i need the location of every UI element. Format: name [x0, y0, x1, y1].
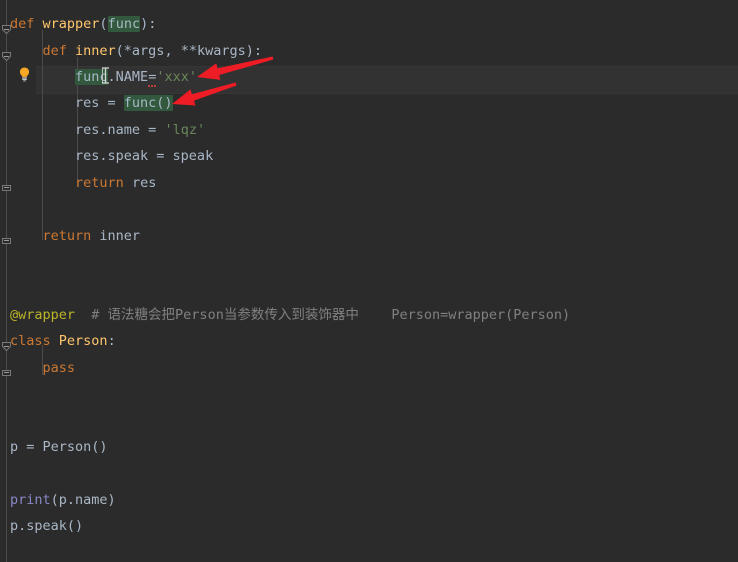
code-line[interactable]: print(p.name): [10, 492, 116, 508]
code-token: @wrapper: [10, 307, 76, 323]
code-token: 'xxx': [156, 69, 197, 85]
code-token: pass: [42, 360, 76, 376]
code-line[interactable]: @wrapper # 语法糖会把Person当参数传入到装饰器中 Person=…: [10, 307, 570, 323]
code-token: :: [107, 333, 116, 349]
code-token: print: [10, 492, 51, 508]
code-token: p.speak(): [10, 518, 84, 534]
code-line[interactable]: pass: [10, 360, 76, 376]
code-token: inner: [99, 228, 141, 244]
code-token: ):: [140, 16, 157, 32]
code-token: class: [10, 333, 59, 349]
code-line[interactable]: return inner: [10, 228, 141, 244]
highlighted-identifier: func: [107, 16, 141, 32]
code-token: Person: [58, 333, 108, 349]
code-line[interactable]: res.speak = speak: [10, 148, 213, 164]
code-token: inner: [75, 43, 116, 59]
code-token: wrapper: [42, 16, 100, 32]
code-token: (*args, **kwargs):: [115, 43, 262, 59]
code-token: def: [10, 16, 43, 32]
text-ibeam-cursor: [101, 67, 110, 84]
code-token: def: [42, 43, 76, 59]
code-line[interactable]: class Person:: [10, 333, 116, 349]
code-editor[interactable]: def wrapper(func): def inner(*args, **kw…: [0, 0, 738, 562]
code-token: res.speak = speak: [10, 148, 214, 164]
code-token: res: [131, 175, 157, 191]
code-line[interactable]: p = Person(): [10, 439, 108, 455]
code-token: (p.name): [50, 492, 116, 508]
code-token: return: [75, 175, 132, 191]
code-content[interactable]: def wrapper(func): def inner(*args, **kw…: [0, 0, 738, 562]
code-line[interactable]: p.speak(): [10, 518, 83, 534]
code-token: .NAME: [107, 69, 149, 85]
code-line[interactable]: res = func(): [10, 95, 173, 111]
code-token: res =: [10, 95, 124, 111]
code-token: return: [42, 228, 100, 244]
code-line[interactable]: return res: [10, 175, 156, 191]
code-token: 'lqz': [164, 122, 206, 138]
code-token: # 语法糖会把Person当参数传入到装饰器中 Person=wrapper(P…: [91, 307, 571, 323]
code-line[interactable]: def inner(*args, **kwargs):: [10, 43, 262, 59]
code-line[interactable]: res.name = 'lqz': [10, 122, 205, 138]
highlighted-identifier: func(): [123, 95, 173, 111]
code-token: (: [99, 16, 108, 32]
code-token: p = Person(): [10, 439, 108, 455]
code-line[interactable]: def wrapper(func):: [10, 16, 156, 32]
code-token: res.name =: [10, 122, 165, 138]
